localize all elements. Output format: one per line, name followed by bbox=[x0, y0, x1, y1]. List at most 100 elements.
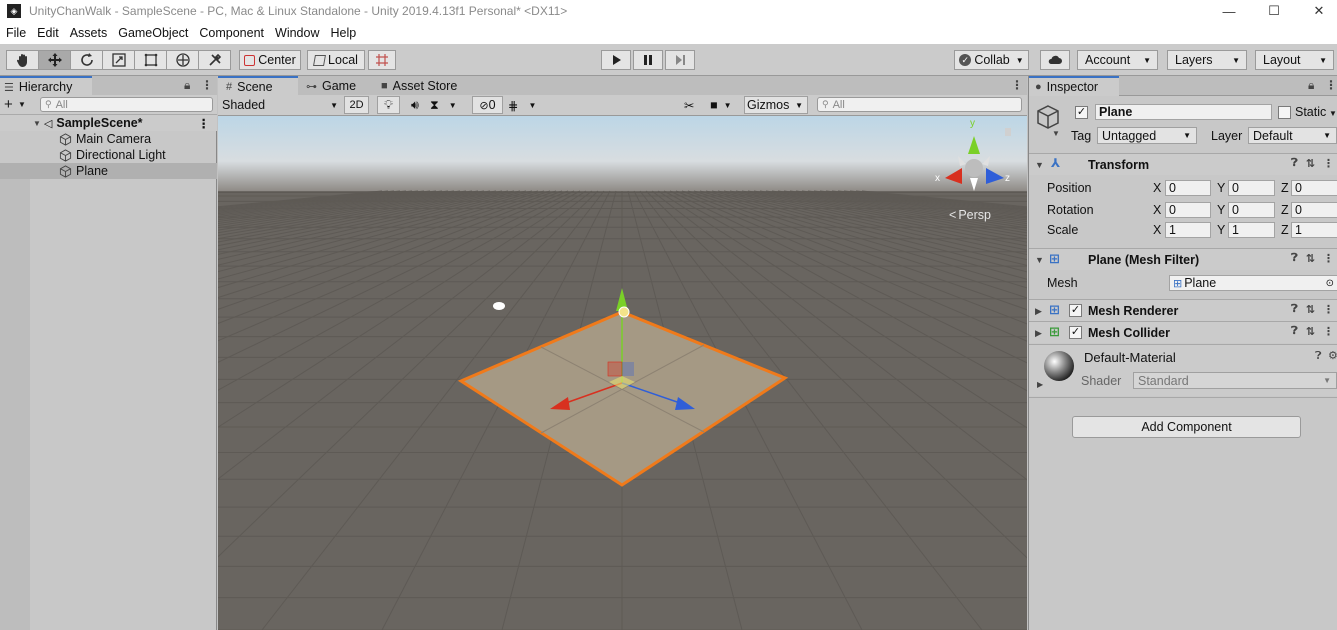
preset-icon[interactable]: ⇅ bbox=[1306, 325, 1315, 338]
draw-mode-dropdown[interactable]: Shaded ▼ bbox=[222, 96, 338, 114]
rotation-x-field[interactable]: 0 bbox=[1165, 202, 1211, 218]
active-checkbox[interactable]: ✓ bbox=[1075, 106, 1088, 119]
step-button[interactable] bbox=[665, 50, 695, 70]
foldout-arrow-icon[interactable]: ▶ bbox=[1035, 306, 1042, 317]
cloud-button[interactable] bbox=[1040, 50, 1070, 70]
scale-x-field[interactable]: 1 bbox=[1165, 222, 1211, 238]
scale-tool-button[interactable] bbox=[102, 50, 135, 70]
collab-dropdown[interactable]: ✓ Collab ▼ bbox=[954, 50, 1029, 70]
panel-menu-icon[interactable]: ⋮ bbox=[1011, 78, 1023, 92]
gizmo-lock-icon[interactable] bbox=[1005, 128, 1011, 136]
layers-dropdown[interactable]: Layers ▼ bbox=[1167, 50, 1247, 70]
icon-dropdown-caret[interactable]: ▼ bbox=[1052, 129, 1060, 138]
foldout-arrow-icon[interactable]: ▼ bbox=[1035, 255, 1044, 265]
mesh-renderer-header[interactable]: ▶ ⊞ ✓ Mesh Renderer ❓︎ ⇅ ⋮ bbox=[1029, 299, 1337, 321]
chevron-down-icon[interactable]: ▼ bbox=[18, 100, 26, 109]
static-checkbox[interactable] bbox=[1278, 106, 1291, 119]
position-y-field[interactable]: 0 bbox=[1228, 180, 1275, 196]
help-icon[interactable]: ❓︎ bbox=[1291, 325, 1298, 338]
tab-scene[interactable]: # Scene bbox=[218, 76, 298, 96]
light-gizmo-icon[interactable] bbox=[618, 306, 630, 318]
shader-dropdown[interactable]: Standard ▼ bbox=[1133, 372, 1337, 389]
audio-toggle[interactable]: 🔊︎ bbox=[404, 96, 426, 114]
effects-dropdown[interactable]: ⧗ ▼ bbox=[430, 96, 466, 114]
scene-menu-icon[interactable]: ⋮ bbox=[198, 116, 211, 131]
menu-assets[interactable]: Assets bbox=[70, 26, 115, 40]
component-menu-icon[interactable]: ⋮ bbox=[1323, 157, 1334, 170]
mesh-object-field[interactable]: ⊞ Plane ⊙ bbox=[1169, 275, 1337, 291]
material-preview-sphere[interactable] bbox=[1043, 350, 1075, 382]
hierarchy-item-directional-light[interactable]: Directional Light bbox=[0, 147, 217, 163]
panel-menu-icon[interactable]: ⋮ bbox=[201, 78, 213, 92]
menu-gameobject[interactable]: GameObject bbox=[118, 26, 195, 40]
component-menu-icon[interactable]: ⋮ bbox=[1323, 325, 1334, 338]
account-dropdown[interactable]: Account ▼ bbox=[1077, 50, 1158, 70]
mesh-renderer-enabled-checkbox[interactable]: ✓ bbox=[1069, 304, 1082, 317]
xy-plane-handle[interactable] bbox=[607, 361, 623, 377]
menu-edit[interactable]: Edit bbox=[37, 26, 66, 40]
rotation-y-field[interactable]: 0 bbox=[1228, 202, 1275, 218]
preset-icon[interactable]: ⇅ bbox=[1306, 252, 1315, 265]
scale-z-field[interactable]: 1 bbox=[1291, 222, 1337, 238]
custom-tool-button[interactable] bbox=[198, 50, 231, 70]
rect-tool-button[interactable] bbox=[134, 50, 167, 70]
scale-y-field[interactable]: 1 bbox=[1228, 222, 1275, 238]
tag-dropdown[interactable]: Untagged ▼ bbox=[1097, 127, 1197, 144]
preset-icon[interactable]: ⇅ bbox=[1306, 157, 1315, 170]
panel-menu-icon[interactable]: ⋮ bbox=[1325, 78, 1337, 92]
tab-game[interactable]: ⊶ Game bbox=[298, 76, 368, 96]
tool-settings-button[interactable]: ✂ bbox=[684, 96, 704, 114]
transform-tool-button[interactable] bbox=[166, 50, 199, 70]
pause-button[interactable] bbox=[633, 50, 663, 70]
tab-inspector[interactable]: ● Inspector bbox=[1029, 76, 1119, 96]
menu-file[interactable]: File bbox=[6, 26, 33, 40]
transform-header[interactable]: ▼ ⅄ Transform ❓︎ ⇅ ⋮ bbox=[1029, 153, 1337, 175]
help-icon[interactable]: ❓︎ bbox=[1291, 303, 1298, 316]
scene-search-input[interactable]: ⚲ All bbox=[817, 97, 1022, 112]
hidden-objects-toggle[interactable]: ⊘ 0 bbox=[472, 96, 503, 114]
menu-help[interactable]: Help bbox=[330, 26, 363, 40]
minimize-button[interactable]: — bbox=[1206, 0, 1252, 22]
pivot-rotation-button[interactable]: Local bbox=[307, 50, 365, 70]
add-component-button[interactable]: Add Component bbox=[1072, 416, 1301, 438]
layout-dropdown[interactable]: Layout ▼ bbox=[1255, 50, 1334, 70]
object-picker-icon[interactable]: ⊙ bbox=[1326, 278, 1334, 289]
camera-settings-dropdown[interactable]: ■ ▼ bbox=[710, 96, 742, 114]
help-icon[interactable]: ❓︎ bbox=[1315, 350, 1322, 363]
scene-viewport[interactable]: y x z < Persp bbox=[218, 116, 1027, 630]
foldout-arrow-icon[interactable]: ▼ bbox=[33, 119, 41, 128]
component-menu-icon[interactable]: ⋮ bbox=[1323, 252, 1334, 265]
create-plus-icon[interactable]: + bbox=[4, 95, 13, 114]
grid-visibility-dropdown[interactable]: ⋕ ▼ bbox=[508, 96, 544, 114]
foldout-arrow-icon[interactable]: ▶ bbox=[1037, 380, 1043, 389]
2d-toggle-button[interactable]: 2D bbox=[344, 96, 369, 114]
scene-root-row[interactable]: ▼ ◁ SampleScene* ⋮ bbox=[0, 115, 217, 131]
gizmos-dropdown[interactable]: Gizmos ▼ bbox=[744, 96, 808, 114]
mesh-collider-header[interactable]: ▶ ⊞ ✓ Mesh Collider ❓︎ ⇅ ⋮ bbox=[1029, 321, 1337, 343]
lock-icon[interactable]: 🔒︎ bbox=[184, 78, 190, 93]
mesh-collider-enabled-checkbox[interactable]: ✓ bbox=[1069, 326, 1082, 339]
foldout-arrow-icon[interactable]: ▼ bbox=[1035, 160, 1044, 170]
close-button[interactable]: ✕ bbox=[1296, 0, 1337, 22]
position-x-field[interactable]: 0 bbox=[1165, 180, 1211, 196]
preset-icon[interactable]: ⇅ bbox=[1306, 303, 1315, 316]
object-name-field[interactable]: Plane bbox=[1095, 104, 1272, 120]
menu-component[interactable]: Component bbox=[199, 26, 271, 40]
hierarchy-search-input[interactable]: ⚲ All bbox=[40, 97, 213, 112]
help-icon[interactable]: ❓︎ bbox=[1291, 252, 1298, 265]
hierarchy-item-plane[interactable]: Plane bbox=[0, 163, 217, 179]
layer-dropdown[interactable]: Default ▼ bbox=[1248, 127, 1337, 144]
menu-window[interactable]: Window bbox=[275, 26, 326, 40]
projection-toggle[interactable]: < Persp bbox=[949, 208, 991, 222]
lighting-toggle[interactable]: 💡︎ bbox=[377, 96, 400, 114]
move-tool-button[interactable] bbox=[38, 50, 71, 70]
rotate-tool-button[interactable] bbox=[70, 50, 103, 70]
grid-snap-button[interactable] bbox=[368, 50, 396, 70]
camera-gizmo-icon[interactable] bbox=[493, 302, 505, 310]
pivot-mode-button[interactable]: Center bbox=[239, 50, 301, 70]
gear-icon[interactable]: ⚙ bbox=[1328, 349, 1337, 362]
component-menu-icon[interactable]: ⋮ bbox=[1323, 303, 1334, 316]
tab-hierarchy[interactable]: ☰ Hierarchy bbox=[0, 76, 92, 96]
yz-plane-handle[interactable] bbox=[622, 362, 634, 376]
play-button[interactable] bbox=[601, 50, 631, 70]
